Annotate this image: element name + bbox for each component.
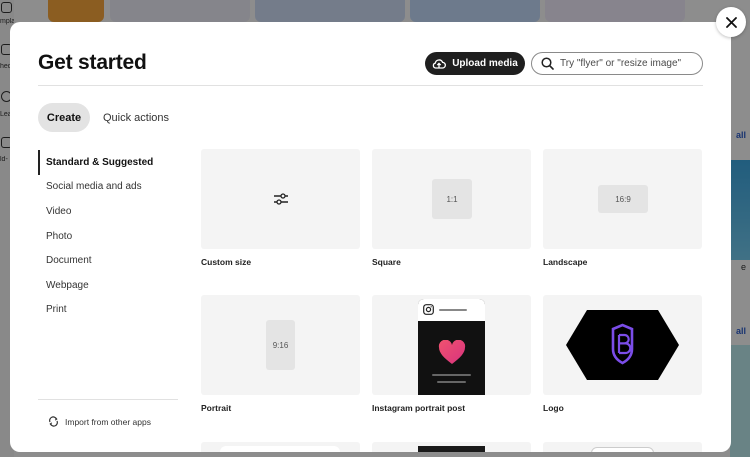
close-modal-button[interactable] [716, 7, 746, 37]
import-from-other-apps-button[interactable]: Import from other apps [48, 416, 151, 427]
category-social-media-ads[interactable]: Social media and ads [38, 175, 178, 200]
template-card-landscape[interactable]: 16:9 Landscape [543, 149, 702, 267]
template-card-peek[interactable] [543, 442, 702, 452]
category-standard-suggested[interactable]: Standard & Suggested [38, 150, 178, 175]
card-label: Landscape [543, 257, 588, 267]
modal-title: Get started [38, 51, 147, 74]
template-card-peek[interactable] [372, 442, 531, 452]
badge-b-icon [566, 310, 679, 380]
category-video[interactable]: Video [38, 199, 178, 224]
card-label: Square [372, 257, 401, 267]
caption-line [432, 374, 471, 376]
ratio-badge: 1:1 [432, 179, 472, 219]
card-thumbnail: 1:1 [372, 149, 531, 249]
card-preview [591, 447, 654, 452]
card-label: Logo [543, 403, 564, 413]
cloud-upload-icon [432, 58, 447, 69]
card-label: Instagram portrait post [372, 403, 466, 413]
template-card-custom-size[interactable]: Custom size [201, 149, 360, 267]
template-card-logo[interactable]: Logo [543, 295, 702, 413]
card-label: Custom size [201, 257, 252, 267]
instagram-icon [423, 304, 434, 315]
template-card-peek[interactable] [201, 442, 360, 452]
category-print[interactable]: Print [38, 298, 178, 323]
category-list: Standard & Suggested Social media and ad… [38, 150, 178, 322]
upload-media-button[interactable]: Upload media [425, 52, 525, 75]
username-placeholder [439, 309, 467, 311]
card-label: Portrait [201, 403, 232, 413]
template-card-portrait[interactable]: 9:16 Portrait [201, 295, 360, 413]
sidebar-divider [38, 399, 178, 400]
import-apps-icon [49, 416, 58, 427]
heart-icon [438, 340, 466, 364]
caption-line [437, 381, 466, 383]
tab-create[interactable]: Create [38, 103, 90, 132]
template-card-instagram-portrait-post[interactable]: Instagram portrait post [372, 295, 531, 413]
card-thumbnail [372, 295, 531, 395]
import-label: Import from other apps [65, 416, 151, 427]
category-webpage[interactable]: Webpage [38, 273, 178, 298]
search-placeholder: Try "flyer" or "resize image" [560, 58, 682, 69]
tab-quick-actions[interactable]: Quick actions [96, 103, 176, 132]
template-card-square[interactable]: 1:1 Square [372, 149, 531, 267]
ratio-badge: 9:16 [266, 320, 295, 370]
header-divider [38, 85, 703, 86]
get-started-modal: Get started Upload media Try "flyer" or … [10, 22, 731, 452]
category-document[interactable]: Document [38, 248, 178, 273]
category-photo[interactable]: Photo [38, 224, 178, 249]
upload-media-label: Upload media [452, 58, 518, 69]
search-icon [541, 57, 554, 70]
close-icon [725, 16, 737, 28]
card-thumbnail [543, 295, 702, 395]
instagram-post-header [418, 299, 485, 321]
card-thumbnail: 16:9 [543, 149, 702, 249]
card-thumbnail [201, 149, 360, 249]
sliders-icon [274, 193, 288, 205]
search-input[interactable]: Try "flyer" or "resize image" [531, 52, 703, 75]
ratio-badge: 16:9 [598, 185, 648, 213]
card-preview [418, 446, 485, 452]
card-preview [220, 446, 340, 452]
card-thumbnail: 9:16 [201, 295, 360, 395]
instagram-post-preview [418, 299, 485, 395]
